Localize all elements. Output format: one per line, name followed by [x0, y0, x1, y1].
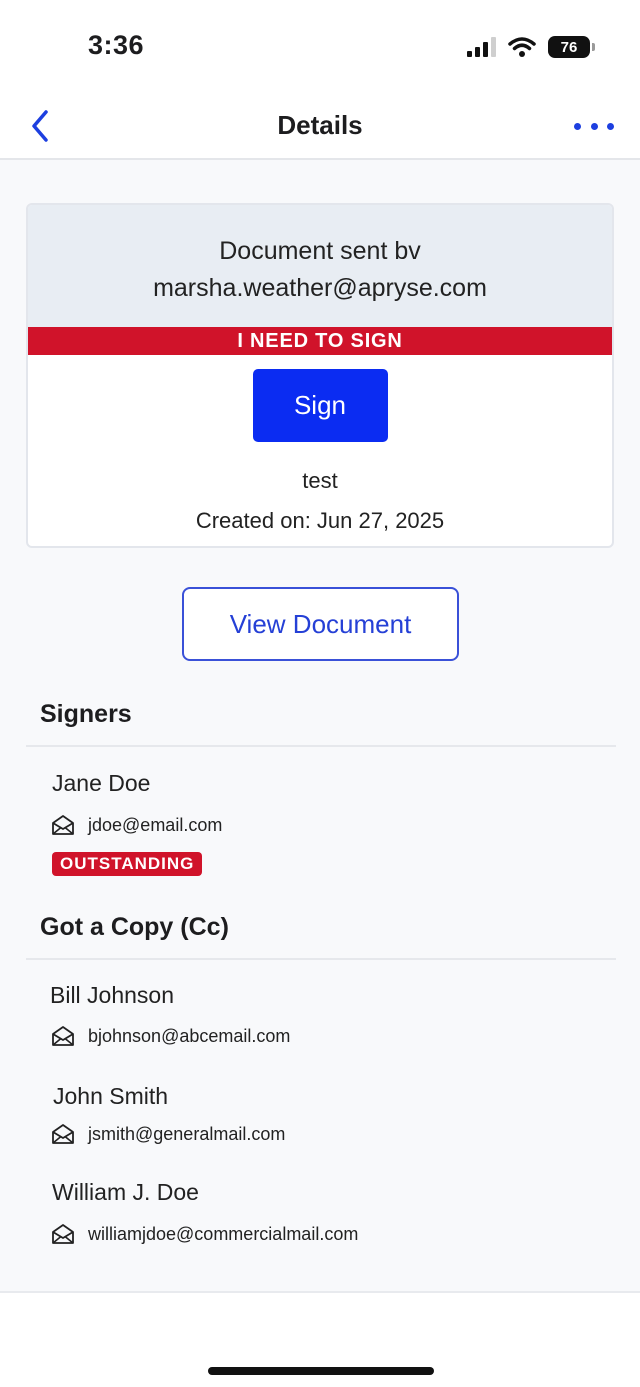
created-date: Created on: Jun 27, 2025: [195, 508, 445, 533]
cc-name: Bill Johnson: [50, 982, 175, 1008]
card-header: Document sent bv marsha.weather@apryse.c…: [28, 205, 612, 327]
cc-email: jsmith@generalmail.com: [88, 1123, 286, 1144]
envelope-open-icon: [52, 1124, 74, 1144]
cc-email: williamjdoe@commercialmail.com: [88, 1223, 359, 1244]
battery-level: 76: [560, 38, 578, 56]
view-document-button[interactable]: View Document: [182, 587, 459, 661]
wifi-icon: [508, 37, 536, 57]
status-badge: OUTSTANDING: [52, 852, 203, 876]
signers-divider: [26, 745, 616, 747]
cc-name: John Smith: [53, 1083, 169, 1109]
cc-heading: Got a Copy (Cc): [40, 913, 229, 941]
cc-email-row: jsmith@generalmail.com: [51, 1123, 285, 1145]
status-banner: I NEED TO SIGN: [28, 327, 612, 355]
home-indicator[interactable]: [208, 1367, 434, 1375]
document-name: test: [302, 468, 338, 493]
cc-email-row: williamjdoe@commercialmail.com: [51, 1223, 358, 1245]
sent-by-label: Document sent bv: [219, 237, 421, 265]
cc-email: bjohnson@abcemail.com: [88, 1025, 291, 1046]
nav-bar: Details: [0, 96, 640, 160]
cc-name: William J. Doe: [52, 1179, 199, 1205]
envelope-open-icon: [52, 1026, 74, 1046]
signer-email: jdoe@email.com: [88, 814, 223, 835]
page-title: Details: [277, 110, 363, 140]
signers-heading: Signers: [40, 700, 132, 728]
more-options-button[interactable]: [574, 108, 614, 144]
cellular-signal-icon: [467, 37, 496, 57]
cc-email-row: bjohnson@abcemail.com: [51, 1025, 290, 1047]
sign-button[interactable]: Sign: [252, 369, 388, 442]
sender-email: marsha.weather@apryse.com: [153, 274, 487, 302]
signer-email-row: jdoe@email.com: [51, 814, 222, 836]
status-time: 3:36: [88, 30, 145, 60]
status-bar: 3:36 76: [0, 0, 640, 96]
cc-divider: [26, 958, 616, 960]
signer-name: Jane Doe: [52, 770, 151, 796]
ellipsis-icon: [574, 122, 581, 130]
battery-icon: 76: [548, 36, 595, 58]
status-icons: 76: [467, 34, 595, 60]
envelope-open-icon: [52, 1224, 74, 1244]
document-card: Document sent bv marsha.weather@apryse.c…: [26, 203, 614, 548]
envelope-open-icon: [52, 815, 74, 835]
